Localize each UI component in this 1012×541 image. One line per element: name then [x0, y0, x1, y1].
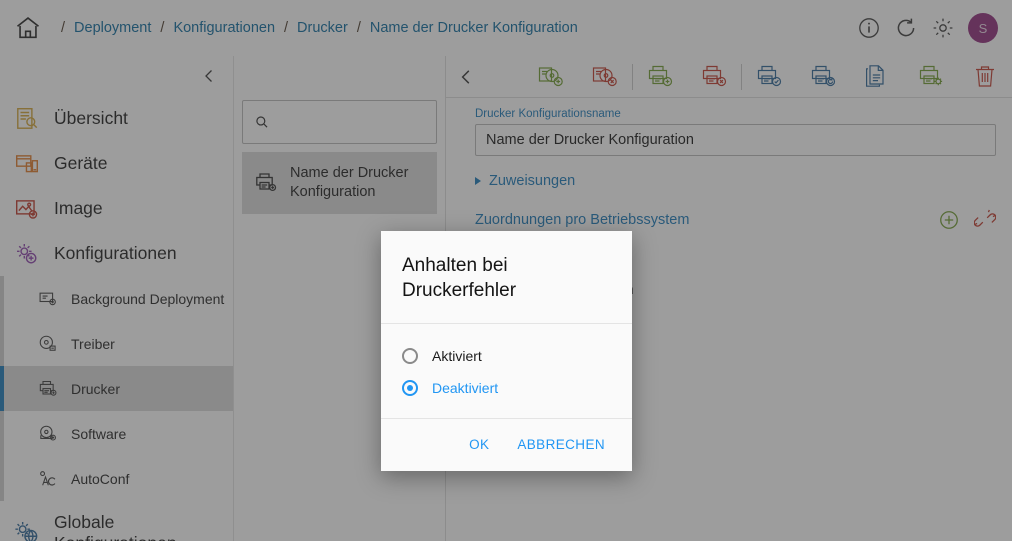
ok-button[interactable]: OK: [460, 431, 498, 458]
dialog-title: Anhalten bei Druckerfehler: [381, 231, 632, 325]
radio-button-icon: [402, 348, 418, 365]
printer-error-dialog: Anhalten bei Druckerfehler Aktiviert Dea…: [381, 231, 632, 472]
radio-option-deaktiviert[interactable]: Deaktiviert: [381, 372, 632, 404]
radio-option-label: Deaktiviert: [432, 380, 499, 397]
cancel-button[interactable]: ABBRECHEN: [508, 431, 614, 458]
radio-option-aktiviert[interactable]: Aktiviert: [381, 340, 632, 372]
dialog-options: Aktiviert Deaktiviert: [381, 324, 632, 420]
dialog-actions: OK ABBRECHEN: [381, 419, 632, 471]
radio-button-selected-icon: [402, 380, 418, 397]
app-root: / Deployment / Konfigurationen / Drucker…: [0, 0, 1012, 541]
radio-option-label: Aktiviert: [432, 348, 482, 365]
